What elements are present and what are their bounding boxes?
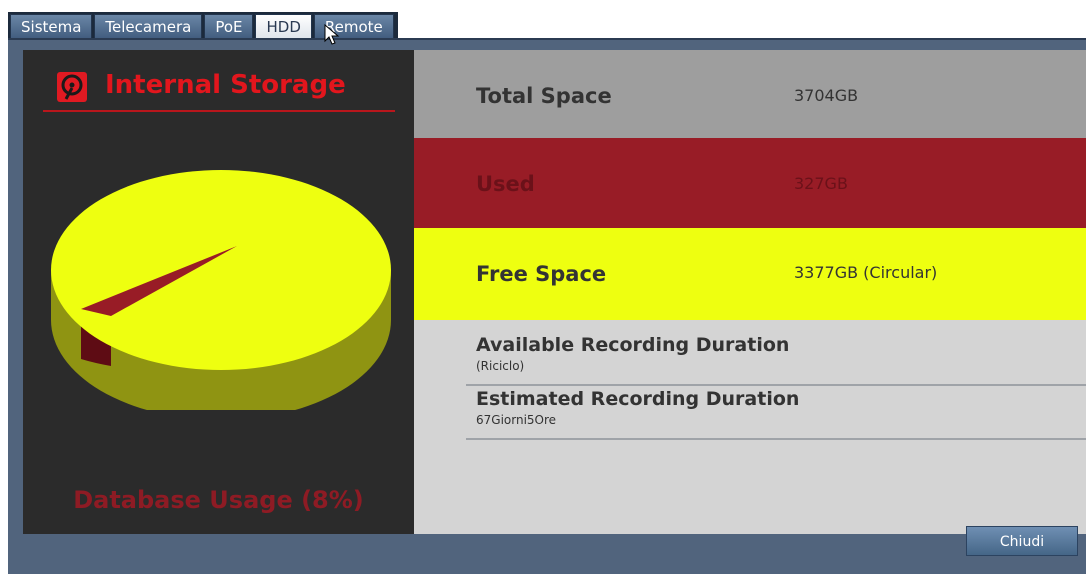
pie-free-slice xyxy=(51,170,391,370)
total-space-label: Total Space xyxy=(476,84,612,108)
estimated-recording-label: Estimated Recording Duration xyxy=(476,388,800,410)
total-space-row: Total Space 3704GB xyxy=(414,50,1086,138)
storage-pie-chart xyxy=(51,170,391,410)
hdd-icon xyxy=(57,72,87,102)
used-space-label: Used xyxy=(476,172,535,196)
total-space-value: 3704GB xyxy=(794,86,859,105)
available-recording-label: Available Recording Duration xyxy=(476,334,790,356)
used-space-value: 327GB xyxy=(794,174,848,193)
mouse-cursor-icon xyxy=(324,24,340,45)
estimated-recording-row: Estimated Recording Duration 67Giorni5Or… xyxy=(466,388,1086,440)
tab-poe[interactable]: PoE xyxy=(204,14,254,40)
available-recording-row: Available Recording Duration (Riciclo) xyxy=(466,334,1086,386)
database-usage-label: Database Usage (8%) xyxy=(73,486,364,514)
hdd-window: Internal Storage Database Usage (8%) Tot… xyxy=(8,38,1086,574)
used-space-row: Used 327GB xyxy=(414,138,1086,228)
free-space-label: Free Space xyxy=(476,262,607,286)
storage-panel: Internal Storage Database Usage (8%) xyxy=(23,50,414,534)
tab-sistema[interactable]: Sistema xyxy=(10,14,93,40)
panel-header: Internal Storage xyxy=(43,70,395,112)
free-space-row: Free Space 3377GB (Circular) xyxy=(414,228,1086,320)
close-button[interactable]: Chiudi xyxy=(966,526,1078,556)
tab-hdd[interactable]: HDD xyxy=(255,14,312,40)
free-space-value: 3377GB (Circular) xyxy=(794,263,938,282)
estimated-recording-value: 67Giorni5Ore xyxy=(476,413,557,427)
storage-details: Total Space 3704GB Used 327GB Free Space… xyxy=(414,50,1086,534)
panel-title: Internal Storage xyxy=(105,70,346,100)
available-recording-value: (Riciclo) xyxy=(476,359,525,373)
tab-telecamera[interactable]: Telecamera xyxy=(94,14,203,40)
